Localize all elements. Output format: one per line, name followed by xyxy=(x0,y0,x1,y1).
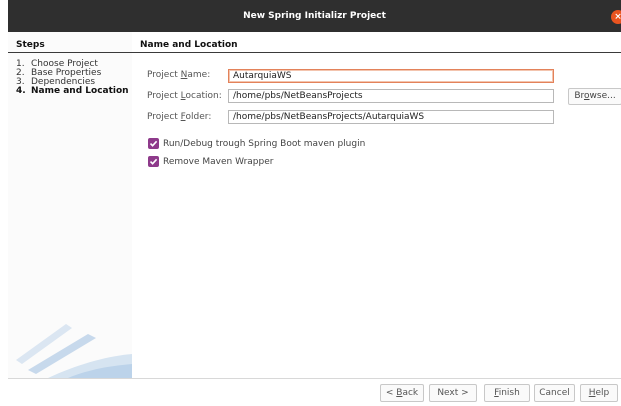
project-location-label: Project Location: xyxy=(147,91,222,101)
project-name-label: Project Name: xyxy=(147,70,210,80)
project-name-input[interactable]: AutarquiaWS xyxy=(228,69,554,83)
steps-list: 1. Choose Project 2. Base Properties 3. … xyxy=(16,60,129,96)
run-debug-option[interactable]: Run/Debug trough Spring Boot maven plugi… xyxy=(148,138,365,149)
remove-wrapper-label: Remove Maven Wrapper xyxy=(163,156,274,167)
back-button[interactable]: < Back xyxy=(380,384,424,402)
label-text: ame: xyxy=(187,70,211,80)
button-text: Br xyxy=(574,91,584,101)
step-number: 4. xyxy=(16,86,26,96)
button-text: wse... xyxy=(589,91,616,101)
finish-button[interactable]: Finish xyxy=(484,384,530,402)
window-titlebar: New Spring Initializr Project × xyxy=(8,0,621,32)
button-text: elp xyxy=(595,388,610,398)
wizard-dialog: Steps 1. Choose Project 2. Base Properti… xyxy=(8,32,621,406)
steps-divider xyxy=(8,52,132,53)
name-and-location-panel: Name and Location Project Name: Autarqui… xyxy=(132,32,621,378)
window-title: New Spring Initializr Project xyxy=(243,11,386,21)
button-text: Cancel xyxy=(539,388,570,398)
label-text: older: xyxy=(185,112,212,122)
run-debug-checkbox[interactable] xyxy=(148,138,159,149)
browse-button[interactable]: Browse... xyxy=(568,88,621,105)
steps-heading: Steps xyxy=(16,40,45,50)
close-window-button[interactable]: × xyxy=(611,10,621,24)
help-button[interactable]: Help xyxy=(580,384,618,402)
wizard-footer: < Back Next > Finish Cancel Help xyxy=(8,379,621,406)
cancel-button[interactable]: Cancel xyxy=(534,384,575,402)
button-text: < xyxy=(385,388,397,398)
project-folder-label: Project Folder: xyxy=(147,112,211,122)
run-debug-label: Run/Debug trough Spring Boot maven plugi… xyxy=(163,138,366,149)
step-item-current: 4. Name and Location xyxy=(16,87,129,96)
label-text: ocation: xyxy=(185,91,222,101)
close-icon: × xyxy=(614,12,621,22)
checkmark-icon xyxy=(149,158,158,165)
panel-divider xyxy=(132,52,621,53)
remove-wrapper-checkbox[interactable] xyxy=(148,156,159,167)
label-text: Project xyxy=(147,70,181,80)
button-text: inish xyxy=(498,388,520,398)
mnemonic-char: H xyxy=(588,388,596,398)
step-label: Name and Location xyxy=(31,86,129,96)
project-folder-input: /home/pbs/NetBeansProjects/AutarquiaWS xyxy=(228,110,554,124)
checkmark-icon xyxy=(149,140,158,147)
steps-panel: Steps 1. Choose Project 2. Base Properti… xyxy=(8,32,132,378)
label-text: Project xyxy=(147,91,181,101)
wizard-decoration-graphic xyxy=(16,324,132,378)
button-text: Next > xyxy=(437,388,469,398)
label-text: Project xyxy=(147,112,181,122)
panel-title: Name and Location xyxy=(140,40,238,50)
project-location-input[interactable]: /home/pbs/NetBeansProjects xyxy=(228,89,554,103)
button-text: ack xyxy=(402,388,419,398)
remove-wrapper-option[interactable]: Remove Maven Wrapper xyxy=(148,156,273,167)
next-button[interactable]: Next > xyxy=(429,384,477,402)
